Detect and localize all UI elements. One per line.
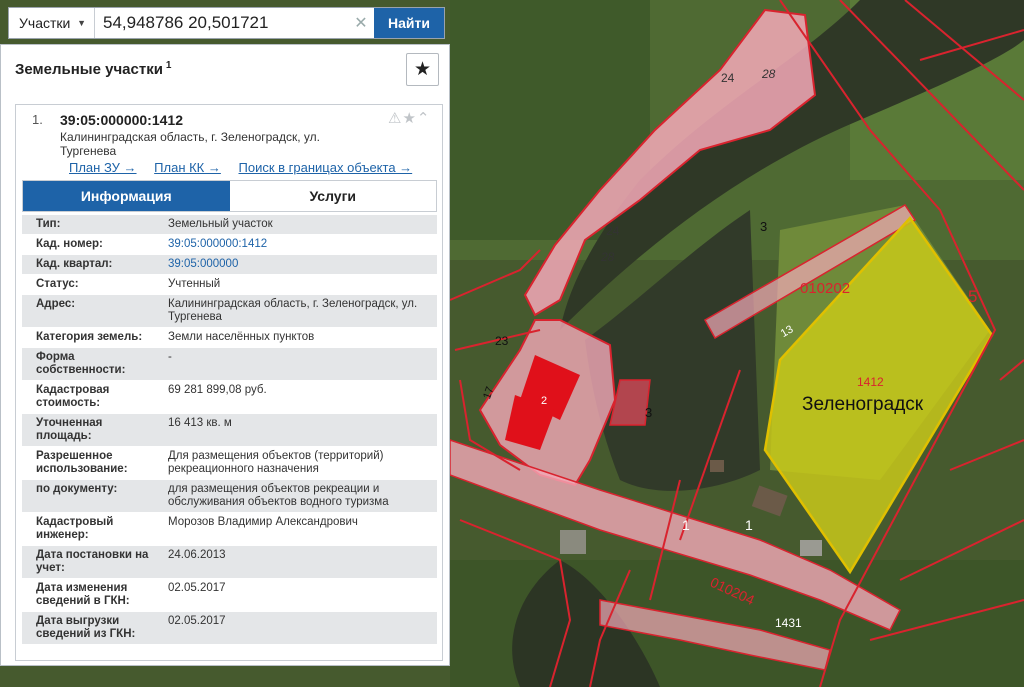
info-row: Кадастровый инженер: Морозов Владимир Але… (22, 513, 437, 546)
info-key: Дата выгрузки сведений из ГКН: (36, 615, 136, 640)
info-key: по документу: (36, 483, 118, 495)
map-label-24: 24 (721, 71, 735, 85)
layer-select[interactable]: Участки ▼ (9, 8, 95, 38)
info-row: Кад. номер: 39:05:000000:1412 (22, 235, 437, 255)
info-key: Адрес: (36, 298, 76, 310)
info-row: Дата выгрузки сведений из ГКН: 02.05.2017 (22, 612, 437, 645)
info-row: Дата постановки на учет: 24.06.2013 (22, 546, 437, 579)
info-value: Земельный участок (168, 218, 273, 230)
info-row: Адрес: Калининградская область, г. Зелено… (22, 295, 437, 328)
card-actions: ⚠★⌃ (388, 109, 430, 127)
map-label-3b: 3 (645, 405, 652, 420)
parcel-card: 1. 39:05:000000:1412 ⚠★⌃ Калининградская… (15, 104, 443, 661)
info-value: 02.05.2017 (168, 582, 226, 594)
map-label-24b: 24 (606, 224, 620, 238)
tab-services[interactable]: Услуги (229, 181, 436, 211)
info-row: Тип: Земельный участок (22, 215, 437, 235)
info-key: Кад. квартал: (36, 258, 113, 270)
tab-information[interactable]: Информация (23, 181, 230, 211)
warning-icon[interactable]: ⚠ (388, 110, 402, 127)
card-cadastral-number: 39:05:000000:1412 (60, 112, 183, 128)
info-table: Тип: Земельный участок Кад. номер: 39:05:00… (22, 215, 437, 645)
info-key: Категория земель: (36, 331, 143, 343)
info-row: Уточненная площадь: 16 413 кв. м (22, 414, 437, 447)
info-value: 02.05.2017 (168, 615, 226, 627)
info-value: Земли населённых пунктов (168, 331, 315, 343)
info-value: для размещения объектов рекреации и обсл… (168, 483, 389, 508)
map-label-2: 2 (541, 395, 547, 407)
info-value: Морозов Владимир Александрович (168, 516, 358, 528)
info-row: Кад. квартал: 39:05:000000 (22, 255, 437, 275)
info-key: Тип: (36, 218, 61, 230)
chevron-up-icon[interactable]: ⌃ (417, 110, 431, 127)
info-value: Калининградская область, г. Зеленоградск… (168, 298, 418, 323)
info-value: 16 413 кв. м (168, 417, 232, 429)
search-input[interactable] (95, 8, 348, 38)
info-row: по документу: для размещения объектов рек… (22, 480, 437, 513)
card-address: Калининградская область, г. Зеленоградск… (60, 130, 320, 158)
info-key: Дата изменения сведений в ГКН: (36, 582, 130, 607)
card-number: 1. (32, 112, 43, 127)
info-key: Кад. номер: (36, 238, 103, 250)
map-label-28b: 28 (600, 250, 615, 264)
info-row: Категория земель: Земли населённых пункто… (22, 328, 437, 348)
info-value: Для размещения объектов (территорий) рек… (168, 450, 384, 475)
close-icon[interactable]: ✕ (348, 8, 374, 38)
star-icon: ★ (413, 59, 432, 80)
info-row: Дата изменения сведений в ГКН: 02.05.2017 (22, 579, 437, 612)
town-label: Зеленоградск (802, 394, 924, 415)
map-label-23: 23 (495, 334, 509, 348)
info-row: Разрешенное использование: Для размещения… (22, 447, 437, 480)
road-label: 1431 (775, 616, 802, 630)
info-row: Форма собственности: - (22, 348, 437, 381)
map-label-1: 1 (682, 517, 690, 533)
info-value[interactable]: 39:05:000000:1412 (160, 235, 437, 254)
results-panel: Земельные участки 1 ★ 1. 39:05:000000:141… (0, 44, 450, 666)
favorite-button[interactable]: ★ (406, 53, 439, 86)
card-tabs: Информация Услуги (22, 180, 437, 212)
info-value: - (168, 351, 172, 363)
link-plan-kk[interactable]: План КК → (154, 160, 221, 175)
quarter-label-top: 010202 (800, 280, 850, 297)
info-key: Статус: (36, 278, 79, 290)
panel-title-count: 1 (165, 60, 172, 71)
link-plan-zu[interactable]: План ЗУ → (69, 160, 137, 175)
link-search-bounds[interactable]: Поиск в границах объекта → (239, 160, 413, 175)
card-links: План ЗУ → План КК → Поиск в границах объ… (69, 160, 426, 175)
panel-title-text: Земельные участки (15, 61, 163, 78)
info-row: Статус: Учтенный (22, 275, 437, 295)
map-label-3: 3 (760, 219, 767, 234)
map-label-28: 28 (761, 67, 776, 81)
layer-select-label: Участки (19, 15, 71, 31)
info-key: Разрешенное использование: (36, 450, 128, 475)
search-bar: Участки ▼ ✕ Найти (8, 7, 445, 39)
info-value: Учтенный (168, 278, 221, 290)
map-label-5: 5 (968, 287, 977, 306)
star-outline-icon[interactable]: ★ (402, 110, 416, 127)
info-row: Кадастровая стоимость: 69 281 899,08 руб. (22, 381, 437, 414)
info-key: Форма собственности: (36, 351, 126, 376)
panel-header: Земельные участки 1 ★ (1, 45, 449, 91)
panel-title: Земельные участки 1 (15, 60, 171, 78)
chevron-down-icon: ▼ (77, 18, 86, 28)
find-button[interactable]: Найти (374, 8, 444, 38)
info-key: Уточненная площадь: (36, 417, 103, 442)
info-value: 69 281 899,08 руб. (168, 384, 267, 396)
info-key: Кадастровая стоимость: (36, 384, 110, 409)
map-label-1b: 1 (745, 517, 753, 533)
info-value[interactable]: 39:05:000000 (160, 255, 437, 274)
info-key: Кадастровый инженер: (36, 516, 114, 541)
parcel-label: 1412 (857, 375, 884, 389)
info-key: Дата постановки на учет: (36, 549, 149, 574)
info-value: 24.06.2013 (168, 549, 226, 561)
